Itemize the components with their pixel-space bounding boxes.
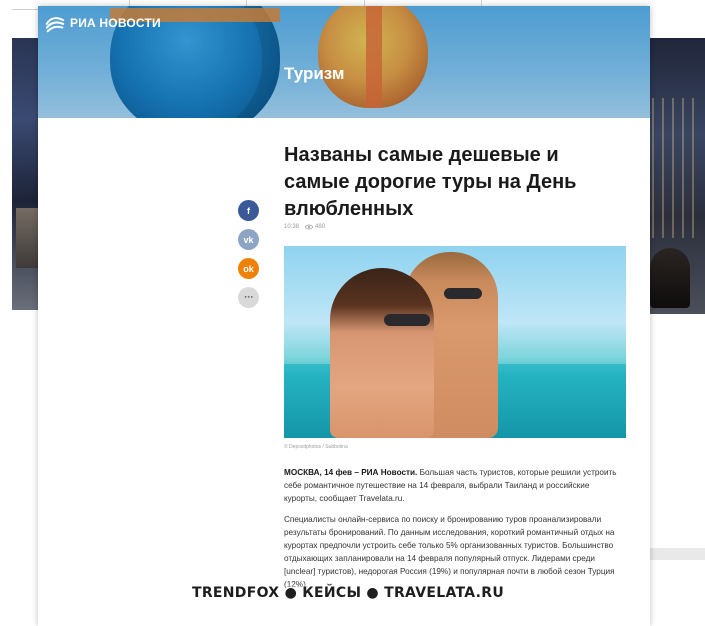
watermark-caption: TRENDFOX ● КЕЙСЫ ● TRAVELATA.RU — [192, 585, 505, 601]
ria-logo-text: РИА НОВОСТИ — [70, 16, 161, 30]
photo-figure-woman — [330, 268, 434, 438]
article-lead: МОСКВА, 14 фев – РИА Новости. Большая ча… — [284, 466, 624, 505]
section-title[interactable]: Туризм — [284, 64, 344, 84]
article-dateline: МОСКВА, 14 фев – РИА Новости. — [284, 468, 418, 477]
article-paragraph: Специалисты онлайн-сервиса по поиску и б… — [284, 515, 615, 589]
article-views-count: 480 — [315, 224, 326, 230]
article-meta: 10:38 480 — [284, 224, 325, 230]
article-time: 10:38 — [284, 224, 300, 230]
article-views: 480 — [305, 224, 325, 230]
article-body: МОСКВА, 14 фев – РИА Новости. Большая ча… — [284, 466, 624, 599]
article-headline: Названы самые дешевые и самые дорогие ту… — [284, 144, 577, 220]
share-buttons: f vk ok ⋯ — [238, 200, 259, 308]
article-card: РИА НОВОСТИ Туризм f vk ok ⋯ Названы сам… — [38, 6, 650, 626]
section-hero: РИА НОВОСТИ Туризм — [38, 6, 650, 118]
odnoklassniki-share-button[interactable]: ok — [238, 258, 259, 279]
ria-logo[interactable]: РИА НОВОСТИ — [44, 12, 161, 34]
eye-icon — [305, 224, 313, 230]
photo-caption: © Depositphotos / Subbotina — [284, 444, 348, 450]
ria-logo-icon — [45, 17, 65, 33]
article-photo[interactable] — [284, 246, 626, 438]
vk-share-button[interactable]: vk — [238, 229, 259, 250]
more-share-button[interactable]: ⋯ — [238, 287, 259, 308]
facebook-share-button[interactable]: f — [238, 200, 259, 221]
